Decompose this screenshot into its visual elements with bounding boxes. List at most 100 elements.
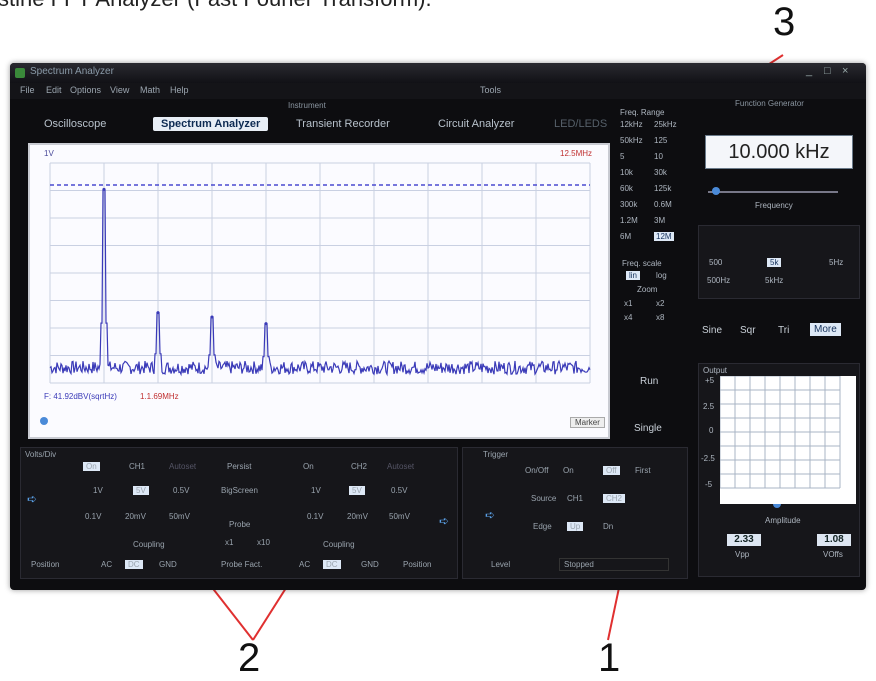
tab-led[interactable]: LED/LEDS [554, 118, 607, 130]
spectrum-display: 1V 12.5MHz F: 41.92dBV(sqrtHz) 1.1.69MHz… [28, 143, 610, 439]
ch1-volts-1v[interactable]: 1V [93, 486, 103, 495]
waveform-square[interactable]: Sqr [740, 325, 756, 336]
freq-scale-log[interactable]: log [656, 271, 667, 280]
frequency-slider-track[interactable] [708, 191, 838, 193]
ch1-mv-01v[interactable]: 0.1V [85, 512, 101, 521]
freq-range-option[interactable]: 12kHz [620, 120, 643, 129]
zoom-x8[interactable]: x8 [656, 313, 664, 322]
ch2-coupling-gnd[interactable]: GND [361, 560, 379, 569]
frequency-slider-label: Frequency [755, 201, 793, 210]
range-btn-5k[interactable]: 5k [767, 258, 782, 267]
tab-spectrum-analyzer[interactable]: Spectrum Analyzer [153, 117, 269, 131]
freq-range-option[interactable]: 3M [654, 216, 665, 225]
ch1-autoset-button[interactable]: Autoset [169, 462, 196, 471]
ch2-coupling-ac[interactable]: AC [299, 560, 310, 569]
freq-range-option[interactable]: 5 [620, 152, 624, 161]
tab-circuit-analyzer[interactable]: Circuit Analyzer [438, 118, 514, 130]
bigscreen-button[interactable]: BigScreen [221, 486, 258, 495]
zoom-x4[interactable]: x4 [624, 313, 632, 322]
single-button[interactable]: Single [634, 423, 662, 434]
ch2-mv-20mv[interactable]: 20mV [347, 512, 368, 521]
freq-range-option[interactable]: 10 [654, 152, 663, 161]
close-button[interactable]: × [842, 65, 848, 77]
persist-button[interactable]: Persist [227, 462, 251, 471]
probe-x1[interactable]: x1 [225, 538, 233, 547]
menu-tools[interactable]: Tools [480, 85, 501, 95]
ch1-on-button[interactable]: On [83, 462, 100, 471]
probe-x10[interactable]: x10 [257, 538, 270, 547]
offset-value[interactable]: 1.08 [817, 534, 851, 546]
freq-scale-lin-btn[interactable]: lin [626, 271, 641, 280]
probe-fact-label: Probe Fact. [221, 560, 263, 569]
trigger-off-button[interactable]: Off [603, 466, 620, 475]
menu-options[interactable]: Options [70, 85, 101, 95]
spectrum-peak [210, 315, 214, 319]
ch2-mv-01v[interactable]: 0.1V [307, 512, 323, 521]
freq-scale-lin[interactable]: lin [626, 271, 641, 280]
frequency-display[interactable]: 10.000 kHz [705, 135, 853, 169]
menu-view[interactable]: View [110, 85, 129, 95]
freq-range-option[interactable]: 125 [654, 136, 667, 145]
menu-file[interactable]: File [20, 85, 35, 95]
freq-range-option[interactable]: 12M [654, 232, 674, 241]
trigger-left-arrow-icon[interactable]: ➪ [485, 508, 495, 522]
waveform-more[interactable]: More [810, 323, 841, 336]
output-grid [720, 376, 856, 504]
range-btn-500[interactable]: 500 [709, 258, 722, 267]
ch2-mv-50mv[interactable]: 50mV [389, 512, 410, 521]
ch2-autoset-button[interactable]: Autoset [387, 462, 414, 471]
tab-transient-recorder[interactable]: Transient Recorder [296, 118, 390, 130]
freq-range-option[interactable]: 50kHz [620, 136, 643, 145]
ch1-coupling-gnd[interactable]: GND [159, 560, 177, 569]
freq-range-option[interactable]: 125k [654, 184, 671, 193]
range-btn-5[interactable]: 5Hz [829, 258, 843, 267]
waveform-sine[interactable]: Sine [702, 325, 722, 336]
ch1-coupling-ac[interactable]: AC [101, 560, 112, 569]
trigger-on-button[interactable]: On [563, 466, 574, 475]
menu-edit[interactable]: Edit [46, 85, 62, 95]
trigger-first-button[interactable]: First [635, 466, 651, 475]
ch1-mv-20mv[interactable]: 20mV [125, 512, 146, 521]
trigger-label: Trigger [483, 450, 509, 459]
freq-range-option[interactable]: 10k [620, 168, 633, 177]
zoom-x2[interactable]: x2 [656, 299, 664, 308]
tab-oscilloscope[interactable]: Oscilloscope [44, 118, 106, 130]
freq-range-option[interactable]: 1.2M [620, 216, 638, 225]
vertical-panel: Volts/Div On CH1 Autoset Persist On CH2 … [20, 447, 458, 579]
ch2-on-button[interactable]: On [303, 462, 314, 471]
run-button[interactable]: Run [640, 376, 658, 387]
freq-range-option[interactable]: 25kHz [654, 120, 677, 129]
freq-range-option[interactable]: 30k [654, 168, 667, 177]
ch2-right-arrow-icon[interactable]: ➪ [439, 514, 449, 528]
ch1-volts-5v[interactable]: 5V [133, 486, 149, 495]
ch1-left-arrow-icon[interactable]: ➪ [27, 492, 37, 506]
marker-button[interactable]: Marker [570, 417, 605, 428]
minimize-button[interactable]: _ [806, 65, 812, 77]
ch2-volts-5v[interactable]: 5V [349, 486, 365, 495]
freq-range-option[interactable]: 6M [620, 232, 631, 241]
frequency-slider-knob[interactable] [712, 187, 720, 195]
waveform-triangle[interactable]: Tri [778, 325, 789, 336]
ch1-volts-05v[interactable]: 0.5V [173, 486, 189, 495]
trigger-source-ch1[interactable]: CH1 [567, 494, 583, 503]
ch1-mv-50mv[interactable]: 50mV [169, 512, 190, 521]
menu-help[interactable]: Help [170, 85, 189, 95]
ch2-volts-1v[interactable]: 1V [311, 486, 321, 495]
ch2-volts-05v[interactable]: 0.5V [391, 486, 407, 495]
range-btn-5k-label[interactable]: 5k [767, 258, 782, 267]
vpp-value[interactable]: 2.33 [727, 534, 761, 546]
ch2-coupling-dc[interactable]: DC [323, 560, 341, 569]
maximize-button[interactable]: □ [824, 65, 831, 77]
trigger-source-ch2[interactable]: CH2 [603, 494, 626, 503]
zoom-x1[interactable]: x1 [624, 299, 632, 308]
scroll-knob[interactable] [40, 417, 48, 425]
trigger-edge-dn[interactable]: Dn [603, 522, 613, 531]
menu-math[interactable]: Math [140, 85, 160, 95]
vpp-label: Vpp [735, 550, 750, 559]
freq-range-option[interactable]: 300k [620, 200, 637, 209]
freq-range-option[interactable]: 60k [620, 184, 633, 193]
ch2-coupling-label: Coupling [323, 540, 355, 549]
ch1-coupling-dc[interactable]: DC [125, 560, 143, 569]
trigger-edge-up[interactable]: Up [567, 522, 584, 531]
freq-range-option[interactable]: 0.6M [654, 200, 672, 209]
